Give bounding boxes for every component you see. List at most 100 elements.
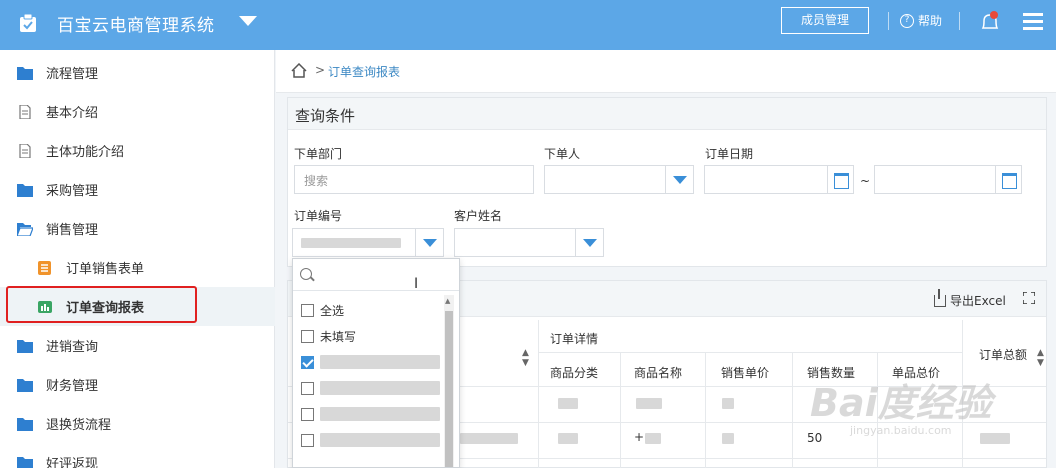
sort-icon[interactable]: ▲ ▼: [522, 348, 529, 368]
sidebar-item-label: 进销查询: [46, 340, 99, 355]
chevron-down-icon[interactable]: [575, 229, 603, 256]
notification-bell-icon[interactable]: [979, 10, 1001, 34]
sidebar: 流程管理 基本介绍 主体功能介绍 采购管理 销售管理 订单销售表单 订单查询报表…: [0, 50, 275, 468]
fullscreen-icon[interactable]: [1023, 292, 1035, 304]
blurred-cell: [460, 433, 518, 444]
checkbox[interactable]: [301, 407, 314, 421]
sidebar-item-label: 主体功能介绍: [46, 145, 125, 160]
checkbox[interactable]: [301, 303, 314, 317]
dropdown-search-input[interactable]: I: [293, 259, 459, 292]
blurred-option: [320, 407, 440, 421]
blurred-cell: [558, 398, 578, 409]
sidebar-item-sales[interactable]: 销售管理: [0, 209, 275, 248]
column-header-unit-price[interactable]: 销售单价: [721, 364, 769, 381]
chevron-down-icon[interactable]: [415, 229, 443, 256]
date-range-separator: ~: [860, 174, 871, 188]
dropdown-option[interactable]: [301, 427, 441, 453]
sidebar-item-cashback[interactable]: 好评返现: [0, 443, 275, 468]
customer-name-select[interactable]: [454, 228, 604, 257]
sort-icon[interactable]: ▲ ▼: [1037, 348, 1044, 368]
sidebar-item-returns[interactable]: 退换货流程: [0, 404, 275, 443]
app-title: 百宝云电商管理系统: [57, 16, 215, 36]
help-link[interactable]: ? 帮助: [900, 12, 942, 29]
sidebar-item-label: 基本介绍: [46, 106, 99, 121]
sidebar-item-finance[interactable]: 财务管理: [0, 365, 275, 404]
folder-icon: [17, 378, 33, 392]
blurred-cell: [558, 433, 578, 444]
dropdown-option-unfilled[interactable]: 未填写: [301, 323, 441, 349]
folder-icon: [17, 417, 33, 431]
breadcrumb-current[interactable]: 订单查询报表: [328, 63, 400, 80]
sidebar-item-intro[interactable]: 基本介绍: [0, 92, 275, 131]
blurred-cell: [645, 433, 661, 444]
scroll-up-arrow-icon[interactable]: ▲: [445, 297, 450, 305]
sidebar-item-label: 好评返现: [46, 457, 99, 468]
sidebar-item-label: 财务管理: [46, 379, 99, 394]
blurred-value: [301, 238, 401, 248]
sidebar-item-inventory-query[interactable]: 进销查询: [0, 326, 275, 365]
breadcrumb-separator: >: [315, 63, 326, 77]
dept-label: 下单部门: [294, 147, 343, 161]
scrollbar-thumb[interactable]: [445, 311, 453, 467]
dropdown-scrollbar[interactable]: ▲: [444, 295, 454, 467]
sidebar-item-order-sales-form[interactable]: 订单销售表单: [0, 248, 275, 287]
dropdown-option-select-all[interactable]: 全选: [301, 297, 441, 323]
blurred-option: [320, 381, 440, 395]
order-no-select[interactable]: [292, 228, 444, 257]
hamburger-menu-icon[interactable]: [1023, 13, 1043, 30]
folder-icon: [17, 183, 33, 197]
option-label: 未填写: [320, 329, 357, 344]
sidebar-item-purchasing[interactable]: 采购管理: [0, 170, 275, 209]
folder-icon: [17, 66, 33, 80]
end-date-input[interactable]: [874, 165, 1022, 194]
table-cell: +: [634, 430, 645, 444]
table-divider: [705, 352, 706, 468]
app-switch-caret-icon[interactable]: [239, 16, 257, 26]
folder-icon: [17, 339, 33, 353]
panel-title: 查询条件: [295, 107, 356, 125]
customer-name-label: 客户姓名: [454, 209, 503, 223]
order-date-label: 订单日期: [705, 147, 754, 161]
blurred-cell: [636, 398, 662, 409]
orderer-select[interactable]: [544, 165, 694, 194]
checkbox[interactable]: [301, 329, 314, 343]
calendar-icon[interactable]: [827, 166, 853, 193]
column-header-product-name[interactable]: 商品名称: [634, 364, 682, 381]
checkbox[interactable]: [301, 433, 314, 447]
export-icon: [934, 288, 946, 307]
question-circle-icon: ?: [900, 13, 914, 28]
sidebar-item-main-features[interactable]: 主体功能介绍: [0, 131, 275, 170]
header-divider: [959, 12, 960, 30]
column-header-category[interactable]: 商品分类: [550, 364, 598, 381]
checkbox[interactable]: [301, 381, 314, 395]
dropdown-option[interactable]: [301, 349, 441, 375]
table-divider: [792, 352, 793, 468]
column-group-header: 订单详情: [550, 332, 599, 346]
panel-header: 查询条件: [288, 98, 1046, 130]
document-icon: [19, 143, 31, 158]
checkbox-checked[interactable]: [301, 355, 314, 369]
dropdown-option[interactable]: [301, 375, 441, 401]
column-header-order-total-label[interactable]: 订单总额: [979, 346, 1027, 363]
table-divider: [538, 320, 539, 468]
start-date-input[interactable]: [704, 165, 854, 194]
export-excel-button[interactable]: 导出Excel: [934, 288, 1006, 309]
order-no-dropdown: I 全选 未填写 ▲: [292, 258, 460, 468]
calendar-icon[interactable]: [995, 166, 1021, 193]
dept-search-placeholder: 搜索: [304, 174, 329, 188]
dept-search-input[interactable]: 搜索: [294, 165, 534, 194]
sidebar-item-label: 采购管理: [46, 184, 99, 199]
members-management-button[interactable]: 成员管理: [781, 7, 869, 34]
dropdown-option[interactable]: [301, 401, 441, 427]
chevron-down-icon[interactable]: [665, 166, 693, 193]
sidebar-item-process[interactable]: 流程管理: [0, 53, 275, 92]
form-icon: [38, 260, 51, 275]
watermark: Bai度经验 jingyan.baidu.com: [810, 372, 1050, 462]
watermark-logo: Bai度经验: [810, 381, 992, 425]
table-divider: [620, 352, 621, 468]
sidebar-item-label: 销售管理: [46, 223, 99, 238]
home-icon[interactable]: [291, 63, 307, 78]
order-no-label: 订单编号: [294, 209, 343, 223]
blurred-option: [320, 355, 440, 369]
orderer-label: 下单人: [544, 147, 581, 161]
